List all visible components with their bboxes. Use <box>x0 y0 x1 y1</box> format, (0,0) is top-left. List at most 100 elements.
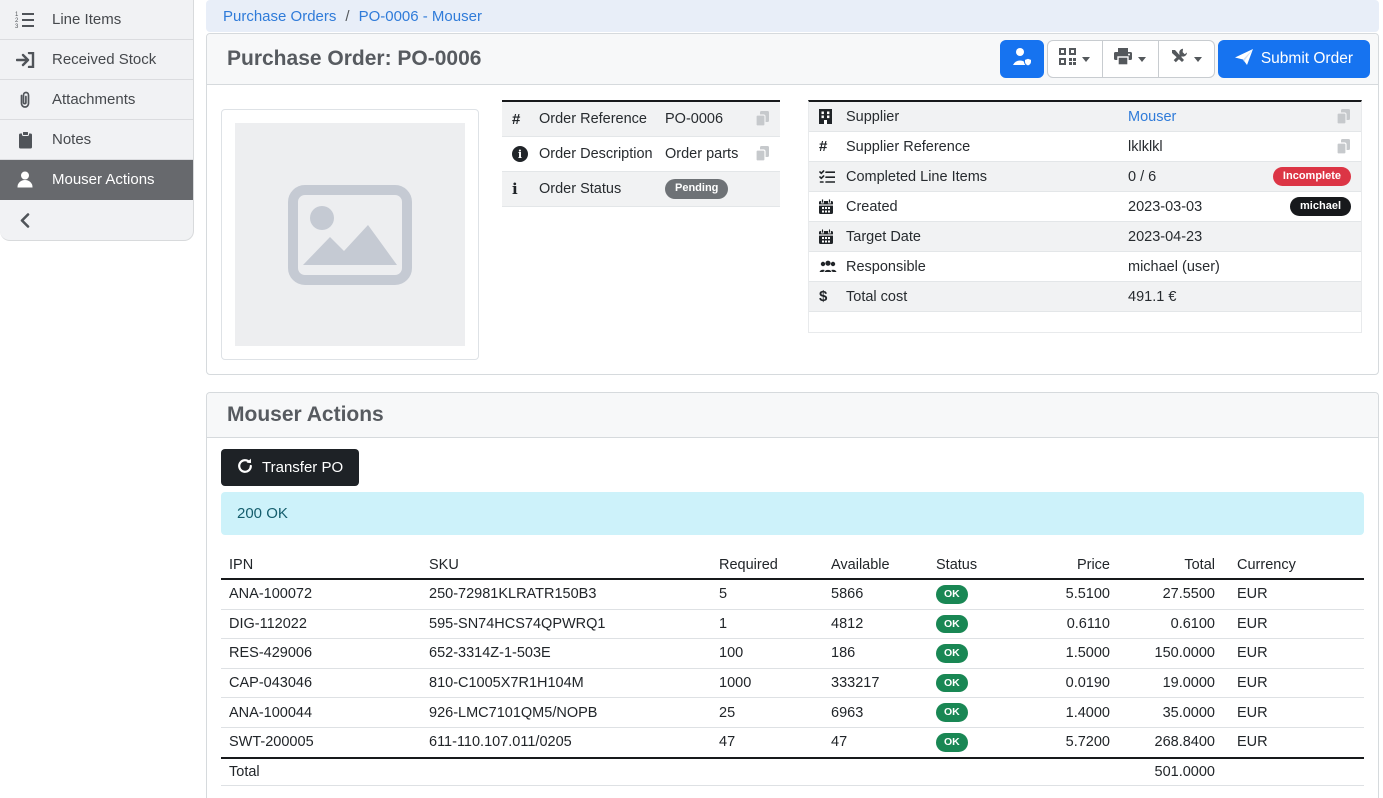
caret-down-icon <box>1194 57 1202 62</box>
col-sku: SKU <box>421 552 711 579</box>
status-alert: 200 OK <box>221 492 1364 535</box>
chevron-left-icon <box>15 213 35 228</box>
page-title: Purchase Order: PO-0006 <box>227 47 481 71</box>
cell-required: 47 <box>711 727 823 757</box>
cell-total: 19.0000 <box>1118 668 1223 698</box>
cell-price: 0.6110 <box>1038 609 1118 639</box>
total-value: 501.0000 <box>1118 758 1223 786</box>
hash-icon: # <box>819 138 846 155</box>
cell-price: 5.7200 <box>1038 727 1118 757</box>
breadcrumb-link-purchase-orders[interactable]: Purchase Orders <box>223 8 336 25</box>
cell-sku: 595-SN74HCS74QPWRQ1 <box>421 609 711 639</box>
cell-status: OK <box>928 639 1038 669</box>
main-content: Purchase Orders / PO-0006 - Mouser Purch… <box>194 0 1383 798</box>
list-check-icon <box>819 170 846 183</box>
target-date-row: Target Date 2023-04-23 <box>809 222 1361 252</box>
copy-icon[interactable] <box>1336 109 1351 125</box>
admin-button[interactable] <box>1000 40 1044 78</box>
cell-price: 5.5100 <box>1038 579 1118 609</box>
dollar-icon: $ <box>819 288 846 305</box>
sidebar-item-notes[interactable]: Notes <box>0 120 193 160</box>
cell-status: OK <box>928 609 1038 639</box>
table-header-row: IPN SKU Required Available Status Price … <box>221 552 1364 579</box>
print-dropdown-button[interactable] <box>1103 40 1159 78</box>
ok-badge: OK <box>936 615 968 634</box>
mouser-actions-title: Mouser Actions <box>227 403 384 427</box>
order-actions-toolbar: Submit Order <box>1000 40 1370 78</box>
cell-status: OK <box>928 698 1038 728</box>
supplier-reference-row: # Supplier Reference lklklkl <box>809 132 1361 162</box>
refresh-icon <box>237 458 253 478</box>
order-options-dropdown-button[interactable] <box>1159 40 1215 78</box>
responsible-row: Responsible michael (user) <box>809 252 1361 282</box>
supplier-details-table: Supplier Mouser # Supplier Reference lkl… <box>808 100 1362 333</box>
line-items-table: IPN SKU Required Available Status Price … <box>221 552 1364 786</box>
table-row: DIG-112022 595-SN74HCS74QPWRQ1 1 4812 OK… <box>221 609 1364 639</box>
order-button-group <box>1047 40 1215 78</box>
table-row: SWT-200005 611-110.107.011/0205 47 47 OK… <box>221 727 1364 757</box>
cell-total: 268.8400 <box>1118 727 1223 757</box>
barcode-dropdown-button[interactable] <box>1047 40 1103 78</box>
purchase-order-panel: Purchase Order: PO-0006 <box>206 33 1379 375</box>
col-required: Required <box>711 552 823 579</box>
list-ol-icon: 123 <box>15 11 35 29</box>
sidebar-item-received-stock[interactable]: Received Stock <box>0 40 193 80</box>
cell-available: 333217 <box>823 668 928 698</box>
breadcrumb-link-po[interactable]: PO-0006 - Mouser <box>359 8 482 25</box>
order-details-table: # Order Reference PO-0006 i Order Descri… <box>502 100 780 207</box>
submit-order-button[interactable]: Submit Order <box>1218 40 1370 78</box>
order-overview: # Order Reference PO-0006 i Order Descri… <box>207 85 1378 374</box>
caret-down-icon <box>1082 57 1090 62</box>
ok-badge: OK <box>936 733 968 752</box>
cell-required: 1 <box>711 609 823 639</box>
transfer-po-button[interactable]: Transfer PO <box>221 449 359 486</box>
ok-badge: OK <box>936 585 968 604</box>
ok-badge: OK <box>936 674 968 693</box>
cell-currency: EUR <box>1223 727 1364 757</box>
col-total: Total <box>1118 552 1223 579</box>
cell-ipn: DIG-112022 <box>221 609 421 639</box>
copy-icon[interactable] <box>755 146 770 162</box>
copy-icon[interactable] <box>1336 139 1351 155</box>
supplier-reference-value: lklklkl <box>1128 139 1336 155</box>
qrcode-icon <box>1059 48 1076 70</box>
target-date-value: 2023-04-23 <box>1128 229 1351 245</box>
cell-sku: 926-LMC7101QM5/NOPB <box>421 698 711 728</box>
cell-total: 0.6100 <box>1118 609 1223 639</box>
order-image-card[interactable] <box>221 109 479 360</box>
sidebar-item-label: Line Items <box>52 11 121 28</box>
printer-icon <box>1114 48 1132 70</box>
supplier-link[interactable]: Mouser <box>1128 109 1336 125</box>
sidebar-item-attachments[interactable]: Attachments <box>0 80 193 120</box>
cell-available: 6963 <box>823 698 928 728</box>
sidebar-item-mouser-actions[interactable]: Mouser Actions <box>0 160 193 200</box>
responsible-value: michael (user) <box>1128 259 1351 275</box>
tools-icon <box>1170 48 1188 71</box>
cell-ipn: RES-429006 <box>221 639 421 669</box>
order-description-value: Order parts <box>665 146 755 162</box>
sidebar: 123 Line Items Received Stock Attachment… <box>0 0 194 241</box>
cell-price: 1.4000 <box>1038 698 1118 728</box>
cell-available: 47 <box>823 727 928 757</box>
info-circle-icon: i <box>512 146 528 162</box>
order-reference-value: PO-0006 <box>665 111 755 127</box>
sidebar-item-label: Notes <box>52 131 91 148</box>
cell-available: 186 <box>823 639 928 669</box>
clipboard-icon <box>15 131 35 149</box>
cell-total: 27.5500 <box>1118 579 1223 609</box>
order-reference-row: # Order Reference PO-0006 <box>502 102 780 137</box>
user-shield-icon <box>1011 47 1033 71</box>
copy-icon[interactable] <box>755 111 770 127</box>
sidebar-item-line-items[interactable]: 123 Line Items <box>0 0 193 40</box>
breadcrumb-separator: / <box>345 8 349 25</box>
cell-required: 5 <box>711 579 823 609</box>
paperclip-icon <box>15 91 35 109</box>
user-icon <box>15 171 35 188</box>
ok-badge: OK <box>936 644 968 663</box>
created-row: Created 2023-03-03 michael <box>809 192 1361 222</box>
transfer-po-label: Transfer PO <box>262 459 343 476</box>
cell-ipn: ANA-100044 <box>221 698 421 728</box>
sidebar-item-label: Mouser Actions <box>52 171 155 188</box>
sidebar-collapse-button[interactable] <box>0 200 193 240</box>
paper-plane-icon <box>1235 49 1253 70</box>
